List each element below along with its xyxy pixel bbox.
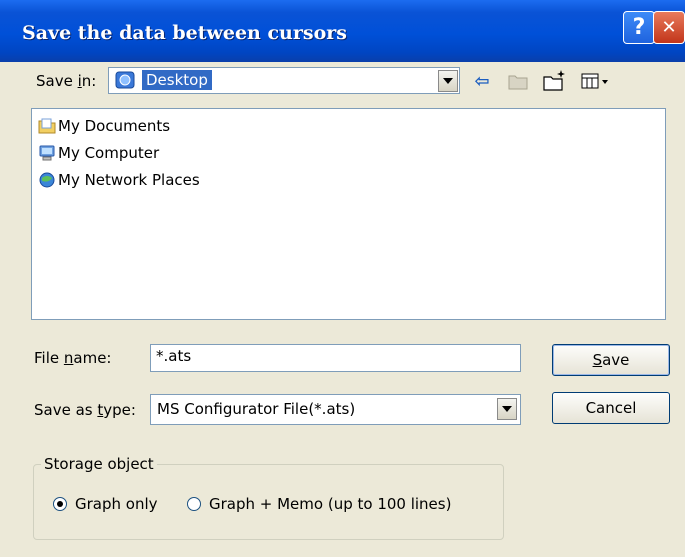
file-name-field[interactable]: *.ats [150,344,521,372]
my-documents-icon [38,117,56,135]
window-title: Save the data between cursors [22,22,347,44]
file-item-label: My Computer [58,144,160,162]
up-folder-icon[interactable] [506,70,530,92]
radio-label: Graph + Memo (up to 100 lines) [209,495,452,513]
radio-graph-only[interactable]: Graph only [53,495,158,513]
list-item[interactable]: My Documents [38,115,170,137]
save-button-accel: S [592,351,603,369]
title-bar[interactable]: Save the data between cursors ? ✕ [0,0,685,62]
save-as-type-dropdown-button[interactable] [497,398,517,420]
back-arrow-glyph: ⇦ [474,70,490,92]
view-menu-icon[interactable] [580,70,610,92]
save-as-type-label: Save as type: [34,401,136,419]
file-name-label: File name: [34,349,112,367]
chevron-down-icon [443,78,453,84]
save-in-dropdown-button[interactable] [438,70,458,92]
list-item[interactable]: My Network Places [38,169,200,191]
file-item-label: My Network Places [58,171,200,189]
close-icon: ✕ [661,17,677,38]
save-in-label: Save in: [36,72,97,90]
radio-button[interactable] [53,497,67,511]
my-network-places-icon [38,171,56,189]
new-folder-icon[interactable] [542,68,568,92]
save-as-type-value: MS Configurator File(*.ats) [157,400,356,418]
save-as-type-dropdown[interactable]: MS Configurator File(*.ats) [150,394,521,425]
my-computer-icon [38,144,56,162]
save-button-label: ave [602,351,630,369]
help-button[interactable]: ? [623,11,655,44]
save-in-value: Desktop [142,70,212,90]
help-icon: ? [632,15,646,40]
radio-graph-memo[interactable]: Graph + Memo (up to 100 lines) [187,495,451,513]
storage-object-legend: Storage object [41,455,157,473]
save-button[interactable]: Save [552,344,670,376]
save-dialog: Save the data between cursors ? ✕ Save i… [0,0,685,557]
list-item[interactable]: My Computer [38,142,159,164]
radio-button[interactable] [187,497,201,511]
close-button[interactable]: ✕ [653,11,685,44]
cancel-button-label: Cancel [585,399,637,417]
file-item-label: My Documents [58,117,171,135]
radio-label: Graph only [75,495,158,513]
cancel-button[interactable]: Cancel [552,392,670,424]
save-in-dropdown[interactable]: Desktop [108,67,460,94]
back-arrow-icon[interactable]: ⇦ [470,70,494,92]
chevron-down-icon [502,406,512,412]
desktop-icon [115,71,135,90]
file-list[interactable]: My Documents My Computer My Network Plac… [31,108,666,320]
